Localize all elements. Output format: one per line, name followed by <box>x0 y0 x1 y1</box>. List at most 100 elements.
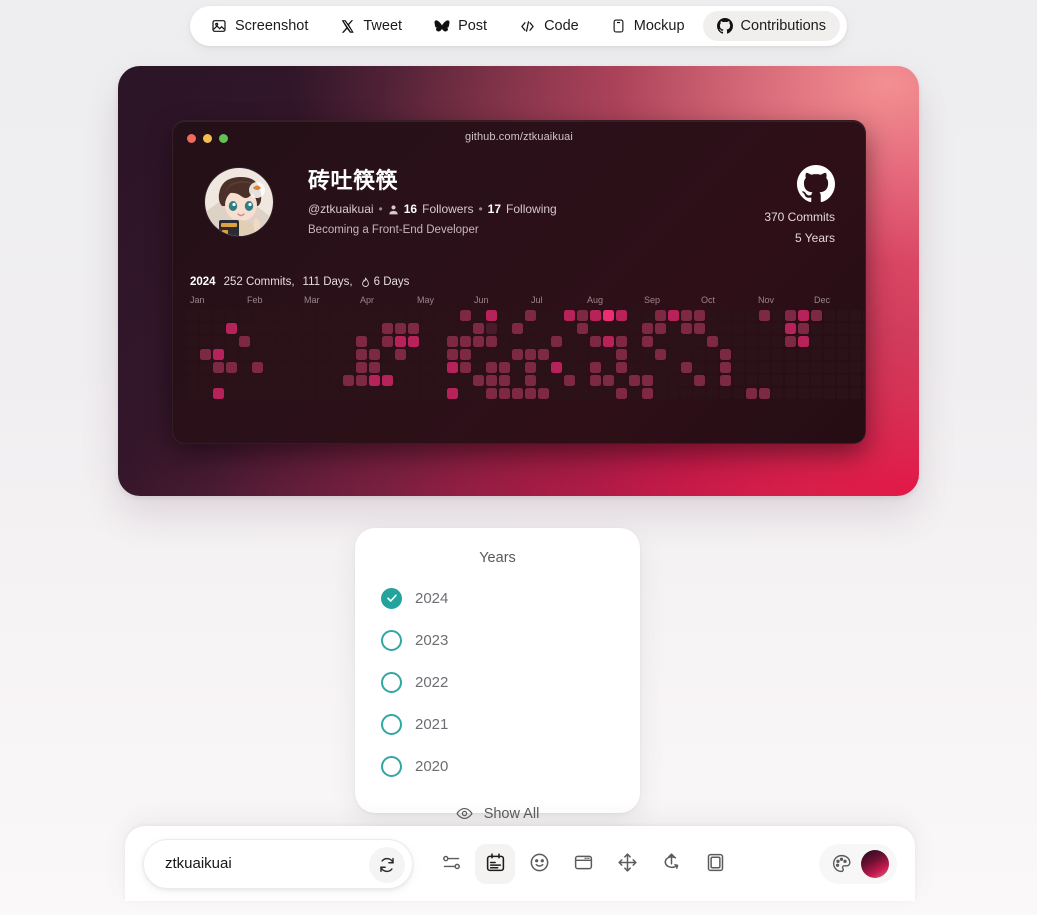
heatmap-cell <box>603 310 614 321</box>
year-option-label: 2022 <box>415 673 449 691</box>
heatmap-cell <box>616 375 627 386</box>
heatmap-cell <box>837 323 848 334</box>
palette-icon <box>833 854 851 873</box>
heatmap-cell <box>421 336 432 347</box>
heatmap-cell <box>629 362 640 373</box>
tab-post[interactable]: Post <box>420 11 501 41</box>
heatmap-cell <box>187 310 198 321</box>
heatmap-cell <box>187 362 198 373</box>
radio-unchecked-icon[interactable] <box>381 629 402 651</box>
heatmap-cell <box>785 388 796 399</box>
color-swatch[interactable] <box>861 849 889 878</box>
contribution-heatmap <box>187 310 865 399</box>
heatmap-cell <box>785 323 796 334</box>
heatmap-cell <box>759 349 770 360</box>
heatmap-cell <box>291 375 302 386</box>
month-label-feb: Feb <box>247 295 263 305</box>
tab-contributions[interactable]: Contributions <box>702 11 840 41</box>
heatmap-cell <box>668 323 679 334</box>
tab-code[interactable]: Code <box>505 11 593 41</box>
tab-screenshot[interactable]: Screenshot <box>197 11 322 41</box>
year-option-label: 2023 <box>415 631 449 649</box>
heatmap-cell <box>681 349 692 360</box>
frame-button[interactable] <box>695 844 735 884</box>
heatmap-cell <box>798 349 809 360</box>
heatmap-cell <box>863 375 865 386</box>
tab-label: Code <box>544 18 579 34</box>
calendar-button[interactable] <box>475 843 515 884</box>
heatmap-cell <box>330 362 341 373</box>
radio-checked-icon[interactable] <box>381 587 402 609</box>
color-picker-button[interactable] <box>819 843 897 884</box>
heatmap-cell <box>460 362 471 373</box>
year-option-2023[interactable]: 2023 <box>355 623 640 657</box>
heatmap-cell <box>382 323 393 334</box>
heatmap-cell <box>720 388 731 399</box>
bluesky-butterfly-icon <box>434 19 450 34</box>
heatmap-cell <box>525 323 536 334</box>
heatmap-cell <box>356 310 367 321</box>
heatmap-cell <box>304 336 315 347</box>
heatmap-cell <box>473 310 484 321</box>
year-option-2020[interactable]: 2020 <box>355 749 640 783</box>
heatmap-cell <box>304 310 315 321</box>
heatmap-cell <box>395 336 406 347</box>
heatmap-cell <box>759 375 770 386</box>
heatmap-cell <box>863 349 865 360</box>
profile-section: 砖吐筷筷 @ztkuaikuai • 16 Followers • 17 Fol… <box>195 165 843 265</box>
bottom-toolbar <box>125 826 915 901</box>
heatmap-cell <box>551 323 562 334</box>
heatmap-cell <box>499 375 510 386</box>
heatmap-cell <box>863 336 865 347</box>
month-label-oct: Oct <box>701 295 716 305</box>
heatmap-cell <box>291 362 302 373</box>
radio-unchecked-icon[interactable] <box>381 713 402 735</box>
heatmap-cell <box>252 323 263 334</box>
heatmap-cell <box>317 362 328 373</box>
heatmap-cell <box>239 349 250 360</box>
heatmap-cell <box>655 336 666 347</box>
heatmap-cell <box>824 336 835 347</box>
heatmap-cell <box>824 349 835 360</box>
top-tabbar-container: Screenshot Tweet Post Code Mockup Contributio… <box>0 6 1037 46</box>
contributions-section: 2024 252 Commits, 111 Days, 6 Days Jan Fe… <box>187 276 865 399</box>
heatmap-cell <box>395 323 406 334</box>
year-option-2024[interactable]: 2024 <box>355 581 640 615</box>
heatmap-cell <box>707 310 718 321</box>
heatmap-cell <box>629 375 640 386</box>
move-arrows-button[interactable] <box>607 844 647 884</box>
year-option-2022[interactable]: 2022 <box>355 665 640 699</box>
rotate-3d-button[interactable] <box>651 844 691 884</box>
heatmap-cell <box>538 323 549 334</box>
heatmap-cell <box>278 349 289 360</box>
show-all-button[interactable]: Show All <box>355 805 640 822</box>
heatmap-cell <box>486 349 497 360</box>
heatmap-cell <box>694 323 705 334</box>
x-twitter-icon <box>340 19 355 34</box>
heatmap-cell <box>395 349 406 360</box>
radio-unchecked-icon[interactable] <box>381 671 402 693</box>
heatmap-cell <box>824 375 835 386</box>
year-option-label: 2021 <box>415 715 449 733</box>
heatmap-cell <box>421 375 432 386</box>
tab-mockup[interactable]: Mockup <box>597 11 699 41</box>
heatmap-cell <box>538 362 549 373</box>
heatmap-cell <box>785 349 796 360</box>
radio-unchecked-icon[interactable] <box>381 755 402 777</box>
refresh-button[interactable] <box>369 846 405 883</box>
smiley-button[interactable] <box>519 844 559 884</box>
heatmap-cell <box>655 323 666 334</box>
heatmap-cell <box>382 349 393 360</box>
heatmap-cell <box>668 349 679 360</box>
window-button[interactable] <box>563 844 603 884</box>
profile-bio: Becoming a Front-End Developer <box>308 224 479 236</box>
years-panel-title: Years <box>479 550 516 566</box>
heatmap-cell <box>499 310 510 321</box>
sliders-button[interactable] <box>431 844 471 884</box>
heatmap-cell <box>460 375 471 386</box>
heatmap-cell <box>486 375 497 386</box>
heatmap-cell <box>226 323 237 334</box>
tab-tweet[interactable]: Tweet <box>326 11 416 41</box>
year-option-2021[interactable]: 2021 <box>355 707 640 741</box>
search-container <box>143 838 413 889</box>
